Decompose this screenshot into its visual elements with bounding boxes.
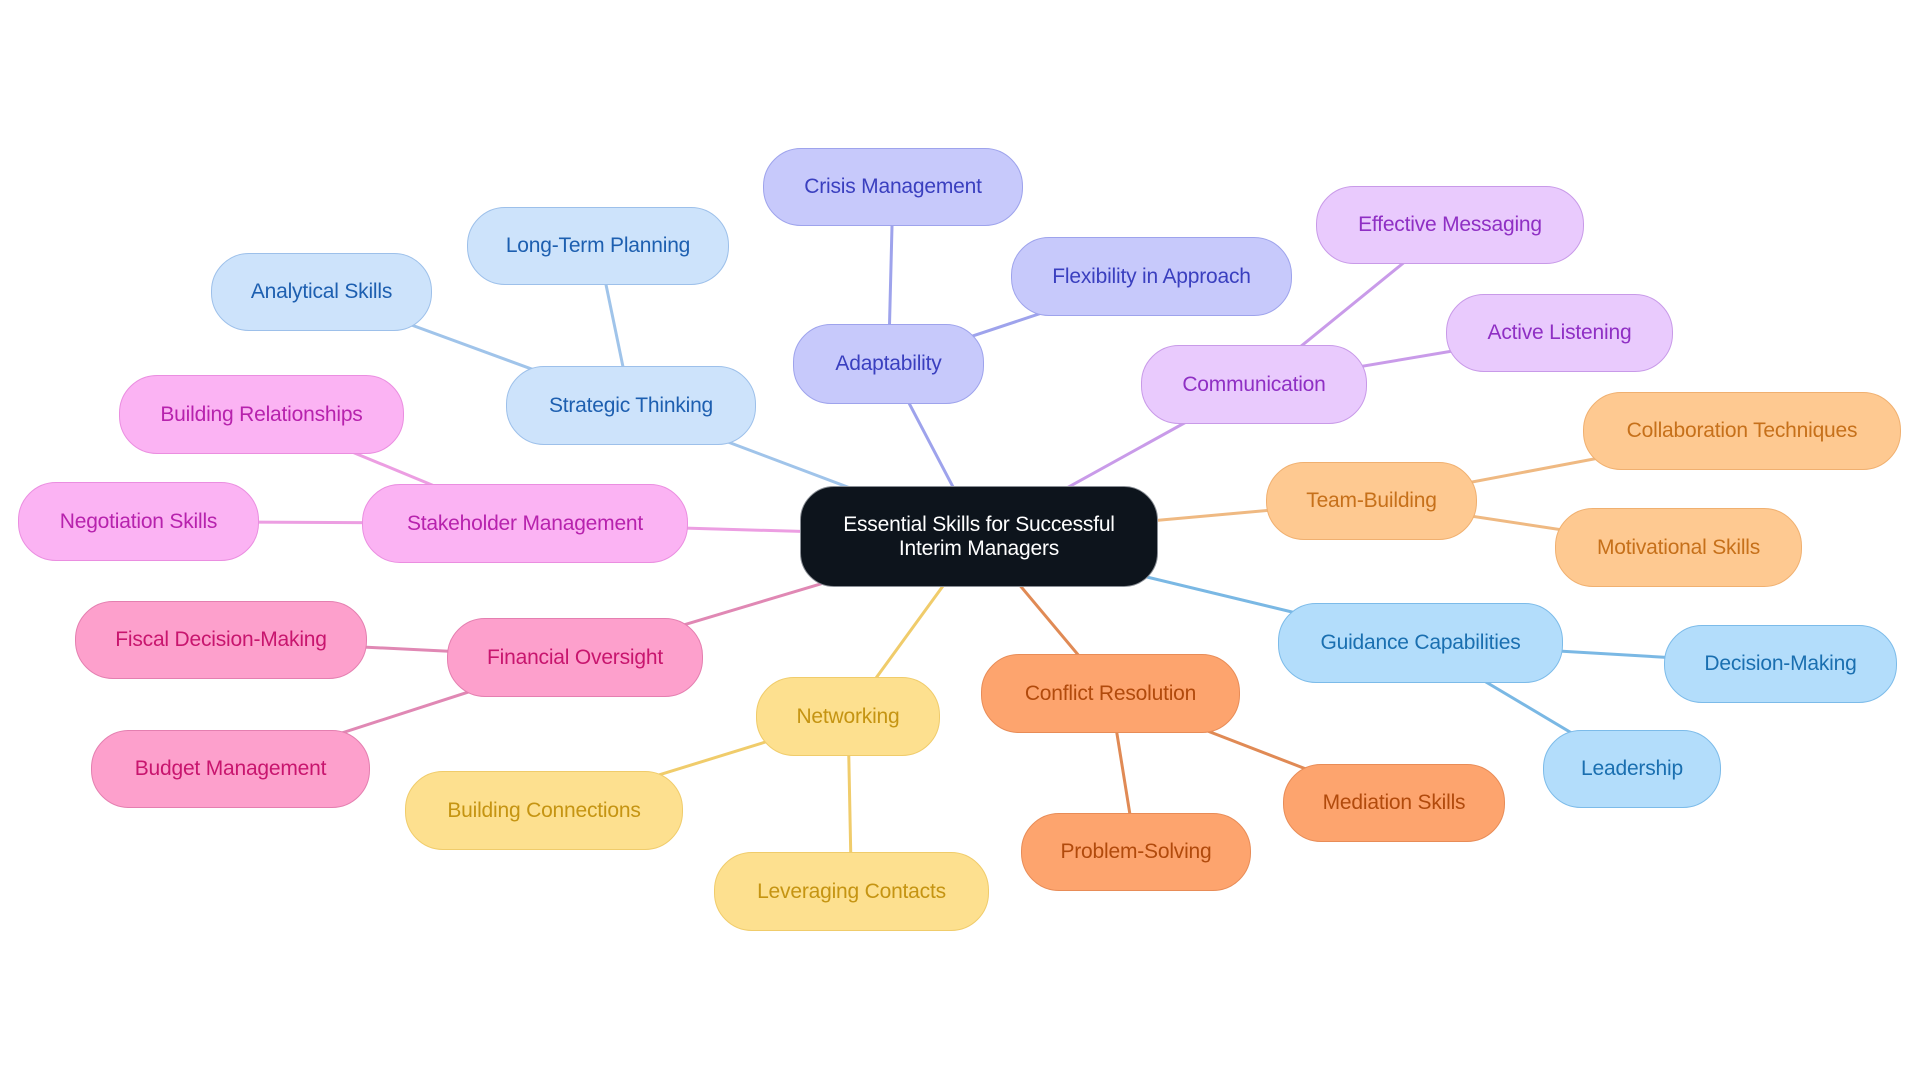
node-label: Effective Messaging — [1358, 213, 1542, 237]
leaf-node-problem-solving[interactable]: Problem-Solving — [1021, 813, 1251, 891]
mindmap-canvas: Essential Skills for Successful Interim … — [0, 0, 1920, 1083]
leaf-node-active-listening[interactable]: Active Listening — [1446, 294, 1673, 372]
node-label: Leveraging Contacts — [757, 879, 946, 903]
node-label: Long-Term Planning — [505, 234, 691, 258]
node-label: Networking — [796, 704, 900, 728]
leaf-node-crisis-management[interactable]: Crisis Management — [763, 148, 1023, 226]
node-label: Communication — [1182, 372, 1326, 396]
leaf-node-building-connections[interactable]: Building Connections — [405, 771, 683, 850]
branch-node-adaptability[interactable]: Adaptability — [793, 324, 984, 404]
leaf-node-leadership[interactable]: Leadership — [1543, 730, 1721, 808]
leaf-node-leveraging-contacts[interactable]: Leveraging Contacts — [714, 852, 989, 931]
node-label: Negotiation Skills — [59, 509, 218, 533]
node-label: Budget Management — [134, 757, 327, 781]
node-label: Stakeholder Management — [406, 511, 644, 535]
node-label: Motivational Skills — [1596, 535, 1761, 559]
node-label: Decision-Making — [1704, 652, 1857, 676]
node-label: Fiscal Decision-Making — [115, 628, 327, 652]
leaf-node-budget-management[interactable]: Budget Management — [91, 730, 370, 808]
branch-node-networking[interactable]: Networking — [756, 677, 940, 756]
node-label: Collaboration Techniques — [1626, 419, 1858, 443]
leaf-node-analytical-skills[interactable]: Analytical Skills — [211, 253, 432, 331]
node-label: Team-Building — [1306, 489, 1437, 513]
branch-node-communication[interactable]: Communication — [1141, 345, 1367, 424]
branch-node-conflict-resolution[interactable]: Conflict Resolution — [981, 654, 1240, 733]
node-label: Mediation Skills — [1322, 791, 1466, 815]
leaf-node-flexibility-in-approach[interactable]: Flexibility in Approach — [1011, 237, 1292, 316]
branch-node-strategic-thinking[interactable]: Strategic Thinking — [506, 366, 756, 445]
leaf-node-motivational-skills[interactable]: Motivational Skills — [1555, 508, 1802, 587]
leaf-node-mediation-skills[interactable]: Mediation Skills — [1283, 764, 1505, 842]
node-label: Flexibility in Approach — [1052, 264, 1251, 288]
node-label: Adaptability — [835, 352, 942, 376]
root-node-label: Essential Skills for Successful Interim … — [843, 512, 1115, 560]
node-label: Leadership — [1581, 757, 1683, 781]
branch-node-financial-oversight[interactable]: Financial Oversight — [447, 618, 703, 697]
node-label: Crisis Management — [804, 175, 982, 199]
leaf-node-negotiation-skills[interactable]: Negotiation Skills — [18, 482, 259, 561]
leaf-node-fiscal-decision-making[interactable]: Fiscal Decision-Making — [75, 601, 367, 679]
leaf-node-effective-messaging[interactable]: Effective Messaging — [1316, 186, 1584, 264]
branch-node-stakeholder-management[interactable]: Stakeholder Management — [362, 484, 688, 563]
branch-node-guidance-capabilities[interactable]: Guidance Capabilities — [1278, 603, 1563, 683]
root-node[interactable]: Essential Skills for Successful Interim … — [800, 486, 1158, 587]
leaf-node-collaboration-techniques[interactable]: Collaboration Techniques — [1583, 392, 1901, 470]
leaf-node-long-term-planning[interactable]: Long-Term Planning — [467, 207, 729, 285]
leaf-node-decision-making[interactable]: Decision-Making — [1664, 625, 1897, 703]
node-label: Financial Oversight — [487, 645, 663, 669]
branch-node-team-building[interactable]: Team-Building — [1266, 462, 1477, 540]
leaf-node-building-relationships[interactable]: Building Relationships — [119, 375, 404, 454]
node-label: Analytical Skills — [250, 280, 393, 304]
node-label: Strategic Thinking — [548, 393, 714, 417]
node-label: Active Listening — [1487, 321, 1632, 345]
node-label: Building Connections — [447, 798, 641, 822]
node-label: Problem-Solving — [1060, 840, 1212, 864]
node-label: Guidance Capabilities — [1320, 631, 1521, 655]
node-label: Building Relationships — [160, 402, 363, 426]
node-label: Conflict Resolution — [1024, 681, 1197, 705]
